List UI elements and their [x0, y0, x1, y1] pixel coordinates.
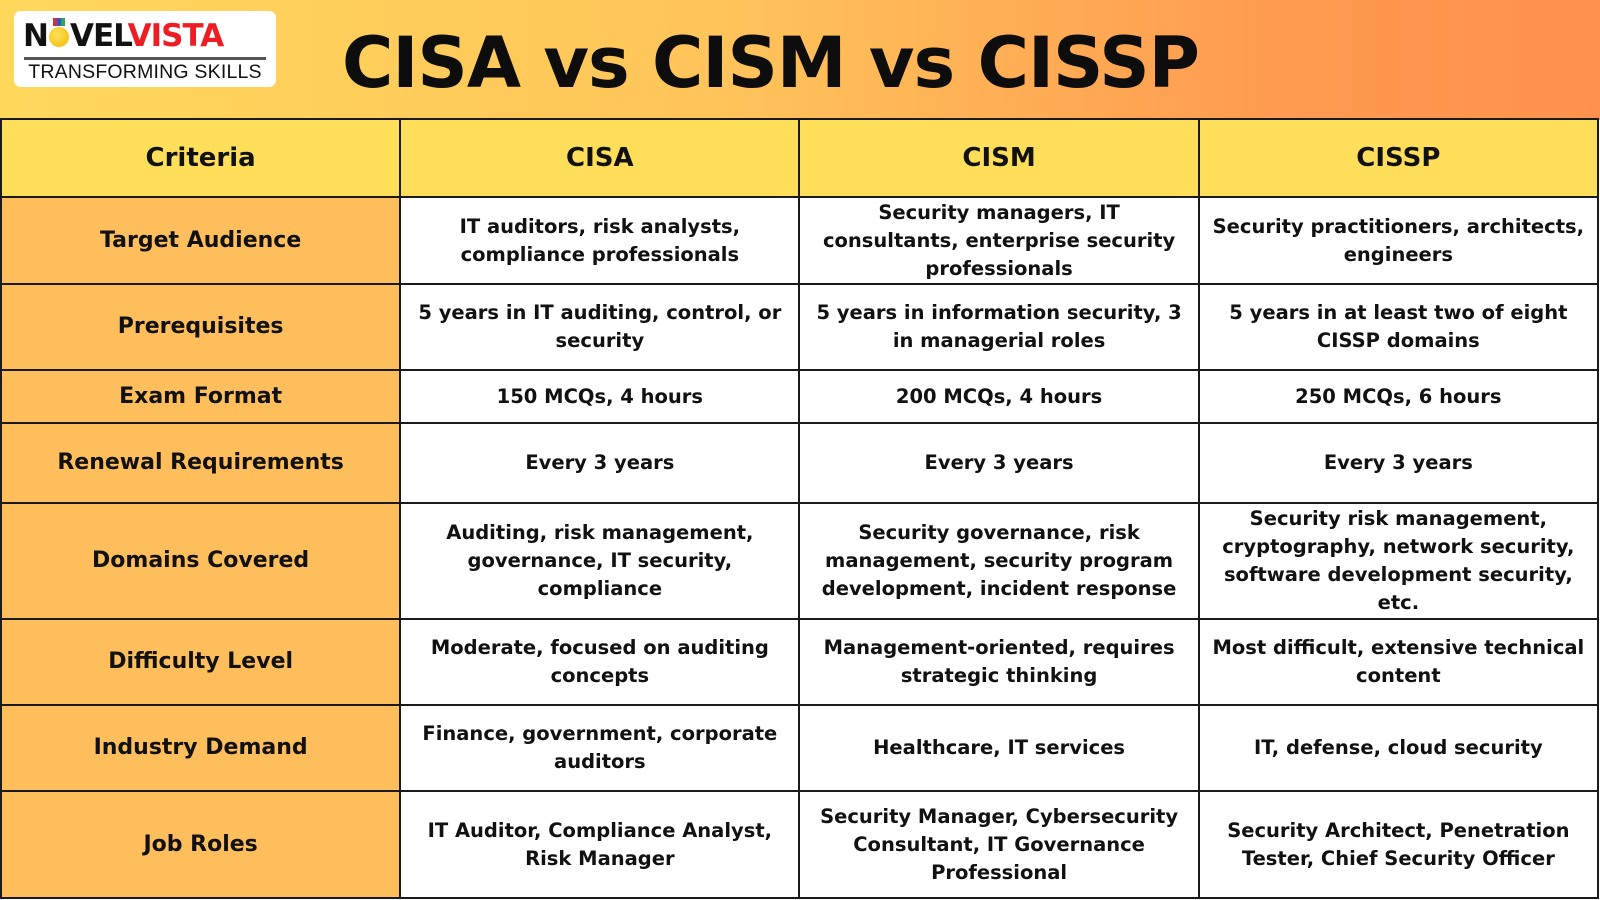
table-row: Target Audience IT auditors, risk analys…	[0, 195, 1600, 286]
table-header-row: Criteria CISA CISM CISSP	[0, 118, 1600, 198]
criteria-cell: Job Roles	[0, 790, 402, 899]
cism-cell: Healthcare, IT services	[798, 704, 1200, 793]
cisa-cell: Finance, government, corporate auditors	[399, 704, 801, 793]
criteria-cell: Industry Demand	[0, 704, 402, 793]
cism-cell: Every 3 years	[798, 422, 1200, 505]
logo-wordmark: N VELVISTA	[23, 18, 225, 54]
criteria-cell: Domains Covered	[0, 502, 402, 620]
comparison-table: Criteria CISA CISM CISSP Target Audience…	[0, 118, 1600, 899]
cism-cell: Security managers, IT consultants, enter…	[798, 195, 1200, 286]
column-header-cisa: CISA	[399, 118, 801, 198]
logo-word-vel: VEL	[69, 18, 129, 54]
cissp-cell: Most difficult, extensive technical cont…	[1197, 617, 1600, 707]
cism-cell: 5 years in information security, 3 in ma…	[798, 283, 1200, 372]
cisa-cell: Moderate, focused on auditing concepts	[399, 617, 801, 707]
novelvista-logo: N VELVISTA TRANSFORMING SKILLS	[14, 11, 276, 87]
cism-cell: Management-oriented, requires strategic …	[798, 617, 1200, 707]
cissp-cell: Every 3 years	[1197, 422, 1600, 505]
header-banner: N VELVISTA TRANSFORMING SKILLS CISA vs CI…	[0, 0, 1600, 120]
table-row: Prerequisites 5 years in IT auditing, co…	[0, 283, 1600, 372]
column-header-criteria: Criteria	[0, 118, 402, 198]
cissp-cell: Security Architect, Penetration Tester, …	[1197, 790, 1600, 899]
cisa-cell: IT auditors, risk analysts, compliance p…	[399, 195, 801, 286]
cisa-cell: 5 years in IT auditing, control, or secu…	[399, 283, 801, 372]
column-header-cism: CISM	[798, 118, 1200, 198]
cissp-cell: Security risk management, cryptography, …	[1197, 502, 1600, 620]
cissp-cell: 5 years in at least two of eight CISSP d…	[1197, 283, 1600, 372]
cisa-cell: IT Auditor, Compliance Analyst, Risk Man…	[399, 790, 801, 899]
cism-cell: 200 MCQs, 4 hours	[798, 369, 1200, 425]
medal-icon	[48, 18, 69, 47]
table-row: Difficulty Level Moderate, focused on au…	[0, 617, 1600, 707]
table-row: Job Roles IT Auditor, Compliance Analyst…	[0, 790, 1600, 899]
cisa-cell: 150 MCQs, 4 hours	[399, 369, 801, 425]
logo-word-vista: VISTA	[127, 18, 225, 54]
table-row: Domains Covered Auditing, risk managemen…	[0, 502, 1600, 620]
logo-tagline: TRANSFORMING SKILLS	[28, 61, 262, 83]
cisa-cell: Every 3 years	[399, 422, 801, 505]
page-title: CISA vs CISM vs CISSP	[342, 22, 1200, 104]
cism-cell: Security governance, risk management, se…	[798, 502, 1200, 620]
criteria-cell: Target Audience	[0, 195, 402, 286]
cissp-cell: Security practitioners, architects, engi…	[1197, 195, 1600, 286]
logo-divider	[24, 57, 266, 60]
cissp-cell: 250 MCQs, 6 hours	[1197, 369, 1600, 425]
table-row: Exam Format 150 MCQs, 4 hours 200 MCQs, …	[0, 369, 1600, 425]
column-header-cissp: CISSP	[1197, 118, 1600, 198]
criteria-cell: Renewal Requirements	[0, 422, 402, 505]
table-row: Renewal Requirements Every 3 years Every…	[0, 422, 1600, 505]
criteria-cell: Exam Format	[0, 369, 402, 425]
table-row: Industry Demand Finance, government, cor…	[0, 704, 1600, 793]
criteria-cell: Difficulty Level	[0, 617, 402, 707]
cissp-cell: IT, defense, cloud security	[1197, 704, 1600, 793]
criteria-cell: Prerequisites	[0, 283, 402, 372]
logo-letter-n: N	[23, 18, 49, 54]
cism-cell: Security Manager, Cybersecurity Consulta…	[798, 790, 1200, 899]
cisa-cell: Auditing, risk management, governance, I…	[399, 502, 801, 620]
